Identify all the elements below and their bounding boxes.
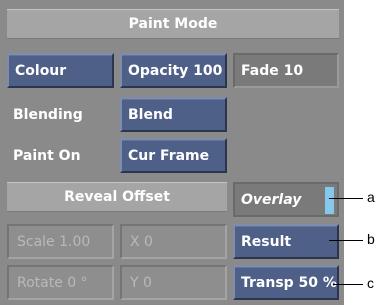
overlay-color-swatch[interactable] [325, 187, 334, 214]
reveal-offset-header: Reveal Offset [7, 182, 227, 212]
fade-field[interactable]: Fade 10 [233, 53, 339, 88]
callout-c-line [333, 284, 363, 285]
callout-c-label: c [367, 275, 374, 291]
paint-on-label: Paint On [13, 147, 81, 164]
scale-field[interactable]: Scale 1.00 [7, 224, 114, 259]
blend-button[interactable]: Blend [120, 97, 227, 132]
colour-button[interactable]: Colour [7, 53, 114, 88]
callout-a-line [329, 198, 363, 199]
result-button[interactable]: Result [233, 224, 339, 259]
y-offset-field[interactable]: Y 0 [120, 265, 227, 300]
paint-mode-header: Paint Mode [7, 9, 339, 39]
paint-mode-panel: Paint Mode Colour Opacity 100 Fade 10 Bl… [0, 0, 344, 305]
transparency-field[interactable]: Transp 50 % [233, 265, 339, 300]
cur-frame-button[interactable]: Cur Frame [120, 138, 227, 173]
callout-b-line [329, 240, 363, 241]
overlay-field[interactable]: Overlay [233, 182, 339, 217]
opacity-field[interactable]: Opacity 100 [120, 53, 227, 88]
blending-label: Blending [13, 106, 83, 123]
callout-b-label: b [367, 231, 375, 247]
callout-a-label: a [367, 189, 375, 205]
rotate-field[interactable]: Rotate 0 ° [7, 265, 114, 300]
overlay-label: Overlay [241, 191, 302, 208]
x-offset-field[interactable]: X 0 [120, 224, 227, 259]
